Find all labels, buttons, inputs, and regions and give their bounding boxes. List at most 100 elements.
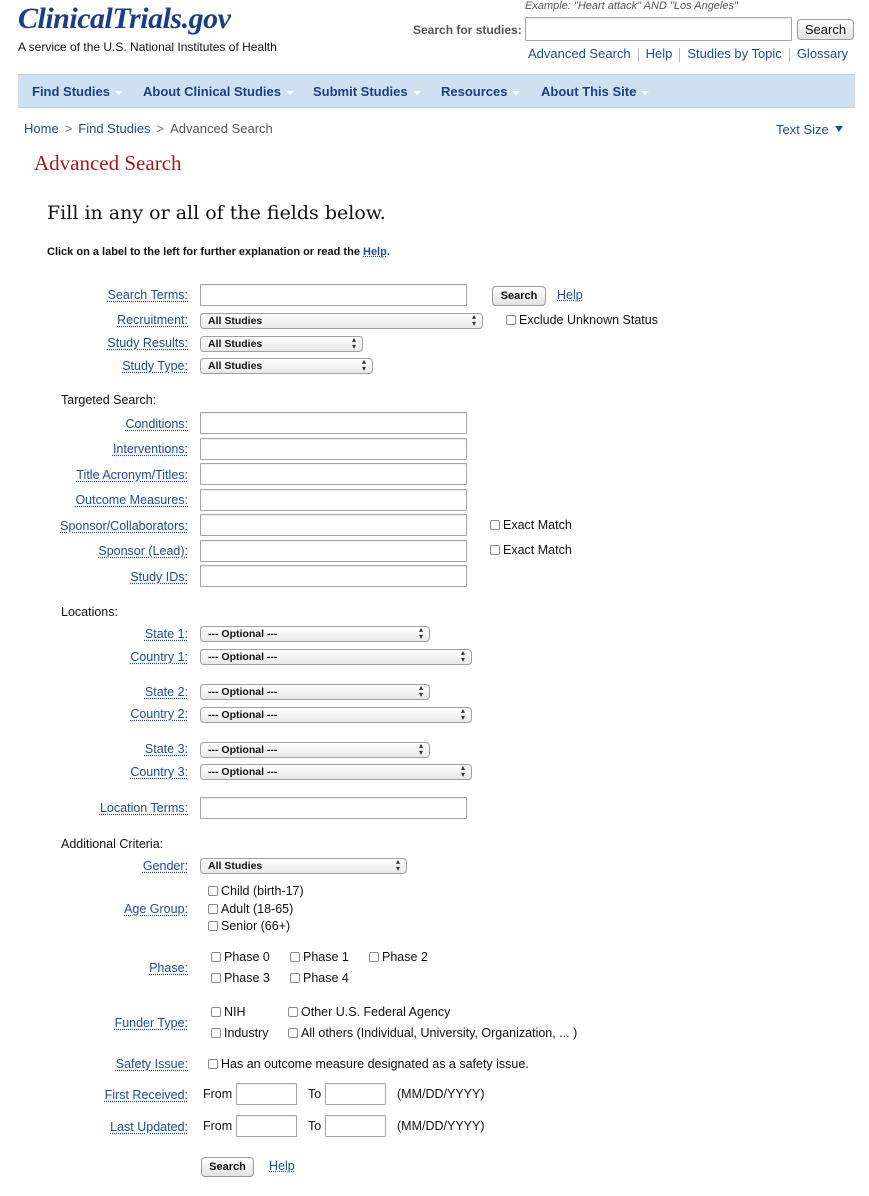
funder-nih-checkbox[interactable] xyxy=(211,1007,221,1017)
country-3-label[interactable]: Country 3: xyxy=(130,765,188,779)
search-button[interactable]: Search xyxy=(492,286,546,306)
recruitment-select[interactable]: All Studies ▴ ▾ xyxy=(200,313,483,329)
breadcrumb-separator: > xyxy=(156,121,165,136)
help-link[interactable]: Help xyxy=(646,46,673,62)
title-acronym-label[interactable]: Title Acronym/Titles: xyxy=(76,468,188,482)
first-received-from-label: From xyxy=(203,1087,233,1101)
state-1-label[interactable]: State 1: xyxy=(145,627,188,641)
safety-issue-checkbox[interactable] xyxy=(208,1059,218,1069)
study-type-select[interactable]: All Studies ▴ ▾ xyxy=(200,358,373,374)
sponsor-collaborators-input[interactable] xyxy=(200,514,467,536)
top-search-button[interactable]: Search xyxy=(797,19,854,40)
top-search-input[interactable] xyxy=(525,17,792,41)
checkbox-label: Phase 1 xyxy=(303,950,349,964)
top-search-label: Search for studies: xyxy=(413,23,522,37)
study-ids-label[interactable]: Study IDs: xyxy=(130,570,188,584)
phase-1-checkbox[interactable] xyxy=(290,952,300,962)
text-size-menu[interactable]: Text Size xyxy=(776,122,843,137)
exact-match-checkbox[interactable] xyxy=(490,545,500,555)
funder-type-label[interactable]: Funder Type: xyxy=(115,1016,188,1030)
exclude-unknown-checkbox[interactable] xyxy=(506,315,516,325)
studies-by-topic-link[interactable]: Studies by Topic xyxy=(687,46,781,62)
last-updated-from-input[interactable] xyxy=(236,1115,297,1137)
link-divider xyxy=(637,48,639,62)
phase-2-option: Phase 2 xyxy=(369,950,428,964)
study-results-select[interactable]: All Studies ▴ ▾ xyxy=(200,336,363,352)
first-received-label[interactable]: First Received: xyxy=(105,1088,188,1102)
country-1-select[interactable]: --- Optional --- ▴ ▾ xyxy=(200,649,472,665)
bottom-help-link[interactable]: Help xyxy=(269,1159,295,1173)
last-updated-from-label: From xyxy=(203,1119,233,1133)
nav-about-clinical-studies[interactable]: About Clinical Studies xyxy=(143,84,294,99)
funder-federal-checkbox[interactable] xyxy=(288,1007,298,1017)
phase-2-checkbox[interactable] xyxy=(369,952,379,962)
title-acronym-input[interactable] xyxy=(200,463,467,485)
sponsor-collaborators-label[interactable]: Sponsor/Collaborators: xyxy=(60,519,188,533)
country-3-select[interactable]: --- Optional --- ▴ ▾ xyxy=(200,764,472,780)
location-terms-input[interactable] xyxy=(200,797,467,819)
bottom-search-button[interactable]: Search xyxy=(201,1157,254,1177)
state-1-select[interactable]: --- Optional --- ▴ ▾ xyxy=(200,626,430,642)
age-senior-option: Senior (66+) xyxy=(208,919,290,933)
last-updated-label[interactable]: Last Updated: xyxy=(110,1120,188,1134)
phase-0-checkbox[interactable] xyxy=(211,952,221,962)
state-2-label[interactable]: State 2: xyxy=(145,685,188,699)
last-updated-to-input[interactable] xyxy=(325,1115,386,1137)
checkbox-label: Other U.S. Federal Agency xyxy=(301,1005,451,1019)
state-3-select[interactable]: --- Optional --- ▴ ▾ xyxy=(200,742,430,758)
interventions-label[interactable]: Interventions: xyxy=(113,442,188,456)
study-results-label[interactable]: Study Results: xyxy=(107,336,188,350)
country-2-label[interactable]: Country 2: xyxy=(130,707,188,721)
instructions: Click on a label to the left for further… xyxy=(47,246,390,258)
phase-3-checkbox[interactable] xyxy=(211,973,221,983)
age-child-checkbox[interactable] xyxy=(208,886,218,896)
nav-resources[interactable]: Resources xyxy=(441,84,521,99)
first-received-format-hint: (MM/DD/YYYY) xyxy=(397,1087,485,1101)
search-terms-input[interactable] xyxy=(200,284,467,306)
gender-label[interactable]: Gender: xyxy=(143,859,188,873)
site-logo[interactable]: ClinicalTrials.gov xyxy=(18,2,231,36)
nav-find-studies[interactable]: Find Studies xyxy=(32,84,123,99)
help-link-form[interactable]: Help xyxy=(557,288,583,302)
sponsor-lead-exact-match: Exact Match xyxy=(490,543,572,557)
breadcrumb-find-studies[interactable]: Find Studies xyxy=(78,121,150,136)
sponsor-lead-input[interactable] xyxy=(200,540,467,562)
link-divider xyxy=(788,48,790,62)
nav-label: Resources xyxy=(441,84,508,99)
outcome-measures-label[interactable]: Outcome Measures: xyxy=(75,493,188,507)
age-group-label[interactable]: Age Group: xyxy=(124,902,188,916)
conditions-input[interactable] xyxy=(200,412,467,434)
phase-label[interactable]: Phase: xyxy=(149,961,188,975)
state-2-select[interactable]: --- Optional --- ▴ ▾ xyxy=(200,684,430,700)
safety-issue-label[interactable]: Safety Issue: xyxy=(116,1057,188,1071)
age-adult-checkbox[interactable] xyxy=(208,904,218,914)
funder-industry-checkbox[interactable] xyxy=(211,1028,221,1038)
location-terms-label[interactable]: Location Terms: xyxy=(100,801,188,815)
age-senior-checkbox[interactable] xyxy=(208,921,218,931)
nav-submit-studies[interactable]: Submit Studies xyxy=(313,84,421,99)
conditions-label[interactable]: Conditions: xyxy=(125,417,188,431)
recruitment-label[interactable]: Recruitment: xyxy=(117,313,188,327)
gender-select[interactable]: All Studies ▴ ▾ xyxy=(200,858,407,874)
nav-about-this-site[interactable]: About This Site xyxy=(541,84,650,99)
funder-others-checkbox[interactable] xyxy=(288,1028,298,1038)
outcome-measures-input[interactable] xyxy=(200,489,467,511)
study-ids-input[interactable] xyxy=(200,565,467,587)
exact-match-checkbox[interactable] xyxy=(490,520,500,530)
search-terms-label[interactable]: Search Terms: xyxy=(108,288,188,302)
phase-4-checkbox[interactable] xyxy=(290,973,300,983)
interventions-input[interactable] xyxy=(200,438,467,460)
sponsor-lead-label[interactable]: Sponsor (Lead): xyxy=(98,544,188,558)
country-1-label[interactable]: Country 1: xyxy=(130,650,188,664)
state-3-label[interactable]: State 3: xyxy=(145,742,188,756)
instructions-help-link[interactable]: Help xyxy=(363,246,387,258)
first-received-from-input[interactable] xyxy=(236,1083,297,1105)
country-2-select[interactable]: --- Optional --- ▴ ▾ xyxy=(200,707,472,723)
first-received-to-input[interactable] xyxy=(325,1083,386,1105)
checkbox-label: Exact Match xyxy=(503,518,572,532)
glossary-link[interactable]: Glossary xyxy=(797,46,848,62)
advanced-search-link[interactable]: Advanced Search xyxy=(528,46,631,62)
study-type-label[interactable]: Study Type: xyxy=(122,359,188,373)
checkbox-label: Phase 3 xyxy=(224,971,270,985)
breadcrumb-home[interactable]: Home xyxy=(24,121,59,136)
